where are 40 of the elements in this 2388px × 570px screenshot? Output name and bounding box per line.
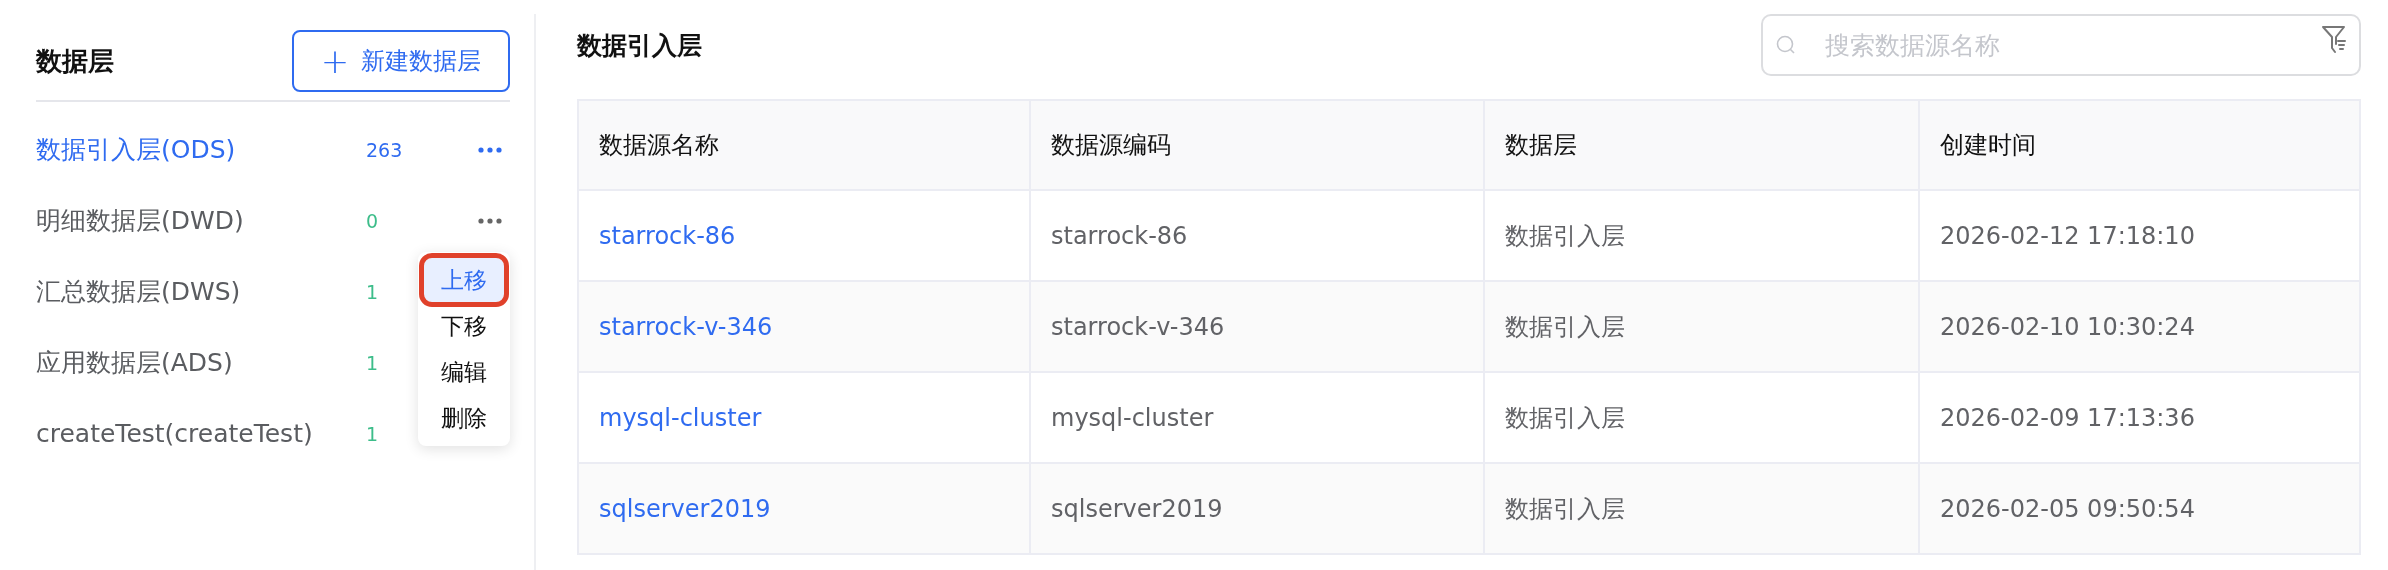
panel-title: 数据层 bbox=[36, 44, 114, 78]
layer-item[interactable]: 应用数据层(ADS) bbox=[36, 346, 366, 379]
layer-item[interactable]: 数据引入层(ODS) bbox=[36, 133, 366, 166]
table-cell: starrock-86 bbox=[1051, 221, 1188, 250]
new-layer-button[interactable]: + 新建数据层 bbox=[292, 30, 510, 92]
item-count: 1 bbox=[366, 422, 379, 445]
source-link[interactable]: starrock-86 bbox=[599, 221, 736, 250]
menu-item[interactable]: 删除 bbox=[424, 396, 504, 440]
table-cell: 2026-02-05 09:50:54 bbox=[1940, 494, 2195, 523]
more-icon[interactable] bbox=[478, 146, 502, 153]
table-cell: 2026-02-09 17:13:36 bbox=[1940, 403, 2195, 432]
table-cell: 数据引入层 bbox=[1505, 403, 1625, 432]
table-cell: 2026-02-10 10:30:24 bbox=[1940, 312, 2195, 341]
source-link[interactable]: starrock-v-346 bbox=[599, 312, 773, 341]
filter-icon[interactable] bbox=[2321, 24, 2347, 54]
page-title: 数据引入层 bbox=[577, 29, 702, 62]
table-cell: 数据引入层 bbox=[1505, 221, 1625, 250]
source-link[interactable]: mysql-cluster bbox=[599, 403, 762, 432]
layer-item[interactable]: 明细数据层(DWD) bbox=[36, 204, 366, 237]
table-cell: mysql-cluster bbox=[1051, 403, 1214, 432]
table-cell: 数据引入层 bbox=[1505, 312, 1625, 341]
table-cell: 2026-02-12 17:18:10 bbox=[1940, 221, 2195, 250]
column-header: 数据源编码 bbox=[1030, 100, 1484, 190]
table-cell: 数据引入层 bbox=[1505, 494, 1625, 523]
menu-item[interactable]: 编辑 bbox=[424, 350, 504, 394]
item-count: 1 bbox=[366, 280, 379, 303]
search-field[interactable]: 搜索数据源名称 bbox=[1761, 14, 2361, 76]
menu-item[interactable]: 下移 bbox=[424, 304, 504, 348]
table-cell: sqlserver2019 bbox=[1051, 494, 1223, 523]
item-count: 1 bbox=[366, 351, 379, 374]
more-icon[interactable] bbox=[478, 217, 502, 224]
table-cell: starrock-v-346 bbox=[1051, 312, 1225, 341]
layer-item[interactable]: 汇总数据层(DWS) bbox=[36, 275, 366, 308]
item-count: 0 bbox=[366, 209, 379, 232]
column-header: 数据层 bbox=[1484, 100, 1919, 190]
item-count: 263 bbox=[366, 138, 403, 161]
source-link[interactable]: sqlserver2019 bbox=[599, 494, 771, 523]
column-header: 数据源名称 bbox=[578, 100, 1030, 190]
column-header: 创建时间 bbox=[1919, 100, 2360, 190]
layer-item[interactable]: createTest(createTest) bbox=[36, 419, 366, 448]
